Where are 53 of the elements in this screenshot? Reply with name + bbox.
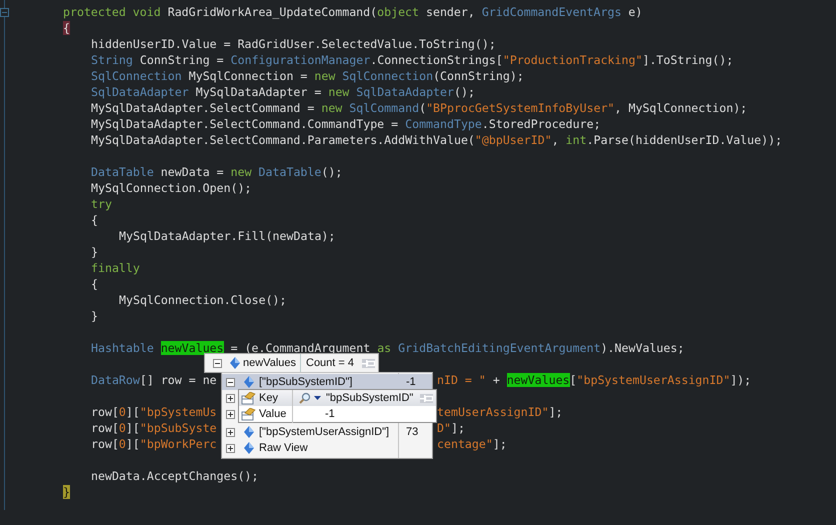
code-line: hiddenUserID.Value = RadGridUser.SelectedValue.ToString(); xyxy=(91,36,496,52)
code-line: MySqlDataAdapter.Fill(newData); xyxy=(119,228,336,244)
code-line: String ConnString = ConfigurationManager.ConnectionStrings["ProductionTracking"].ToString(); xyxy=(91,52,734,68)
expand-icon[interactable] xyxy=(226,444,235,452)
item-value: -1 xyxy=(406,376,416,388)
dropdown-icon[interactable] xyxy=(314,396,321,400)
item-name[interactable]: ["bpSystemUserAssignID"] xyxy=(259,426,399,438)
code-line: row[0]["bpSubSyste xyxy=(91,421,217,435)
code-line: MySqlDataAdapter.SelectCommand.Parameters.AddWithValue("@bpUserID", int.Parse(hiddenUserID.Value)); xyxy=(91,132,782,148)
code-line: try xyxy=(91,196,112,212)
code-line: DataTable newData = new DataTable(); xyxy=(91,164,342,180)
item-value: 73 xyxy=(406,426,418,438)
code-line: SqlDataAdapter MySqlDataAdapter = new SqlDataAdapter(); xyxy=(91,84,475,100)
expand-icon[interactable] xyxy=(226,428,235,436)
field-name: Value xyxy=(259,408,288,420)
code-line: MySqlDataAdapter.SelectCommand.CommandType = CommandType.StoredProcedure; xyxy=(91,116,601,132)
property-icon xyxy=(244,426,254,438)
property-icon xyxy=(244,442,254,454)
code-line: protected void RadGridWorkArea_UpdateCommand(object sender, GridCommandEventArgs e) xyxy=(63,4,642,20)
field-icon xyxy=(241,408,256,420)
code-line: MySqlConnection.Close(); xyxy=(119,292,287,308)
field-icon xyxy=(241,392,256,404)
code-line: MySqlConnection.Open(); xyxy=(91,180,252,196)
code-line: centage"]; xyxy=(437,436,507,452)
code-line: DataRow[] row = ne xyxy=(91,373,217,387)
code-line: temUserAssignID"]; xyxy=(437,404,563,420)
code-line: finally xyxy=(91,260,140,276)
code-line: D"]; xyxy=(437,420,465,436)
search-icon[interactable] xyxy=(299,392,311,404)
property-icon xyxy=(230,357,240,369)
code-line: SqlConnection MySqlConnection = new SqlConnection(ConnString); xyxy=(91,68,524,84)
collapse-icon[interactable] xyxy=(213,358,222,368)
variable-value: Count = 4 xyxy=(306,357,354,369)
property-icon xyxy=(244,376,254,388)
expand-icon[interactable] xyxy=(226,410,235,418)
code-line: row[0]["bpSystemUs xyxy=(91,405,217,419)
code-line: } xyxy=(91,308,98,324)
code-line: { xyxy=(91,212,98,228)
field-value: -1 xyxy=(325,408,335,420)
field-name: Key xyxy=(259,392,279,404)
item-name[interactable]: Raw View xyxy=(259,442,399,454)
field-value: "bpSubSystemID" xyxy=(326,392,414,404)
code-line: row[0]["bpWorkPerc xyxy=(91,437,217,451)
code-line: MySqlDataAdapter.SelectCommand = new SqlCommand("BPprocGetSystemInfoByUser", MySqlConnection); xyxy=(91,100,748,116)
code-line: Hashtable newValues = (e.CommandArgument as GridBatchEditingEventArgument).NewValues; xyxy=(91,340,684,356)
code-line: } xyxy=(91,244,98,260)
code-line: newData.AcceptChanges(); xyxy=(91,468,259,484)
code-line: nID = " + newValues["bpSystemUserAssignID"]); xyxy=(437,372,752,388)
code-line: { xyxy=(91,276,98,292)
expand-icon[interactable] xyxy=(226,378,235,386)
expand-icon[interactable] xyxy=(226,394,235,402)
item-name[interactable]: ["bpSubSystemID"] xyxy=(259,376,399,388)
variable-name: newValues xyxy=(243,357,296,369)
